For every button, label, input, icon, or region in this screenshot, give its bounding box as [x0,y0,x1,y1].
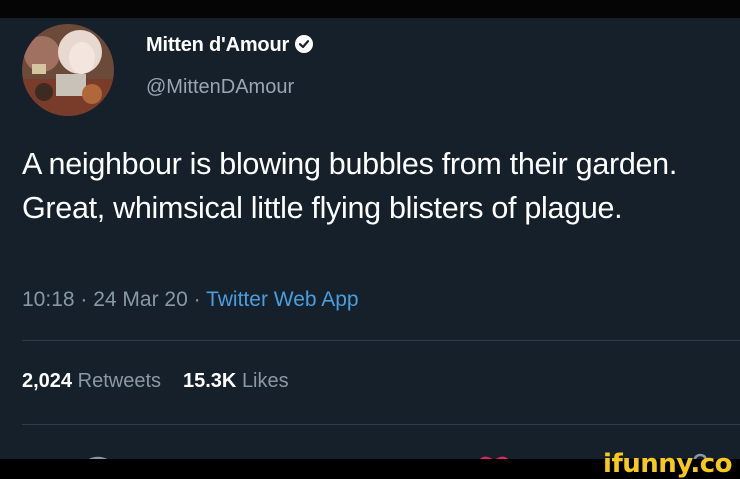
profile-photo-icon [22,24,114,116]
retweets-stat[interactable]: 2,024 Retweets [22,370,161,392]
divider [22,340,740,341]
display-name-text: Mitten d'Amour [146,34,290,56]
tweet-metadata: 10:18 · 24 Mar 20 · Twitter Web App [22,288,359,312]
likes-stat[interactable]: 15.3K Likes [183,370,289,392]
reply-icon[interactable] [80,452,116,459]
user-handle[interactable]: @MittenDAmour [146,76,294,99]
top-frame-strip [0,0,740,18]
verified-badge-icon [295,35,314,53]
avatar[interactable] [22,24,114,116]
watermark-logo: ifunny.co [603,449,732,479]
retweets-count: 2,024 [22,370,73,392]
tweet-time[interactable]: 10:18 [22,288,75,311]
likes-label: Likes [241,370,289,392]
engagement-stats: 2,024 Retweets 15.3K Likes [22,370,289,393]
retweet-icon[interactable] [275,452,311,459]
retweets-label: Retweets [77,370,161,392]
display-name[interactable]: Mitten d'Amour [146,34,314,57]
tweet-text: A neighbour is blowing bubbles from thei… [22,147,678,225]
like-icon[interactable] [474,452,514,459]
likes-count: 15.3K [183,370,237,392]
tweet-card: Mitten d'Amour @MittenDAmour A neighbour… [0,18,740,459]
divider [22,424,740,425]
tweet-source-link[interactable]: Twitter Web App [206,288,359,311]
tweet-date[interactable]: 24 Mar 20 [93,288,188,311]
meta-separator: · [74,288,94,311]
meta-separator: · [187,288,207,311]
